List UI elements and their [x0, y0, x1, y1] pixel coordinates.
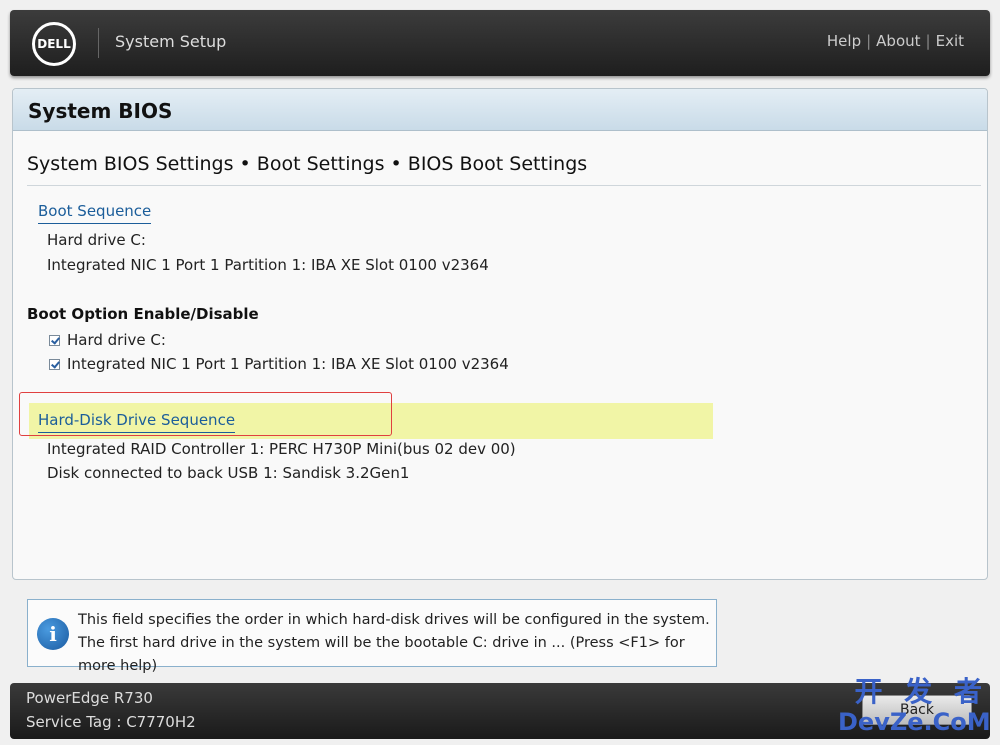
- help-link[interactable]: Help: [827, 32, 861, 50]
- info-icon: i: [37, 618, 69, 650]
- boot-sequence-item: Integrated NIC 1 Port 1 Partition 1: IBA…: [47, 256, 489, 274]
- hdd-sequence-item: Disk connected to back USB 1: Sandisk 3.…: [47, 464, 410, 482]
- bios-settings-panel: System BIOS System BIOS Settings • Boot …: [12, 88, 988, 580]
- breadcrumb: System BIOS Settings • Boot Settings • B…: [27, 153, 588, 175]
- watermark-en: DevZe.CoM: [838, 708, 991, 736]
- checkbox-label: Hard drive C:: [67, 331, 166, 349]
- boot-option-hard-drive[interactable]: Hard drive C:: [49, 331, 166, 349]
- model-name: PowerEdge R730: [26, 689, 153, 707]
- annotation-box: [19, 392, 392, 436]
- boot-sequence-item: Hard drive C:: [47, 231, 146, 249]
- link-separator: |: [925, 32, 931, 50]
- boot-option-heading: Boot Option Enable/Disable: [27, 305, 259, 323]
- top-header: DELL System Setup Help | About | Exit: [10, 10, 990, 76]
- boot-sequence-link[interactable]: Boot Sequence: [38, 202, 152, 224]
- hdd-sequence-item: Integrated RAID Controller 1: PERC H730P…: [47, 440, 516, 458]
- watermark: 开 发 者 DevZe.CoM: [838, 675, 991, 742]
- exit-link[interactable]: Exit: [936, 32, 964, 50]
- app-title: System Setup: [115, 32, 227, 51]
- help-text: This field specifies the order in which …: [78, 612, 710, 674]
- panel-title: System BIOS: [13, 89, 987, 131]
- watermark-cn: 开 发 者: [854, 675, 988, 708]
- divider: [27, 185, 981, 186]
- service-tag: Service Tag : C7770H2: [26, 713, 196, 731]
- dell-logo: DELL: [32, 22, 76, 66]
- about-link[interactable]: About: [876, 32, 920, 50]
- checkbox-checked[interactable]: [49, 358, 60, 370]
- header-divider: [98, 28, 99, 58]
- boot-option-nic[interactable]: Integrated NIC 1 Port 1 Partition 1: IBA…: [49, 355, 509, 373]
- checkbox-label: Integrated NIC 1 Port 1 Partition 1: IBA…: [67, 355, 509, 373]
- link-separator: |: [866, 32, 872, 50]
- header-links: Help | About | Exit: [827, 32, 964, 50]
- help-box: i This field specifies the order in whic…: [27, 599, 717, 674]
- checkbox-checked[interactable]: [49, 334, 60, 346]
